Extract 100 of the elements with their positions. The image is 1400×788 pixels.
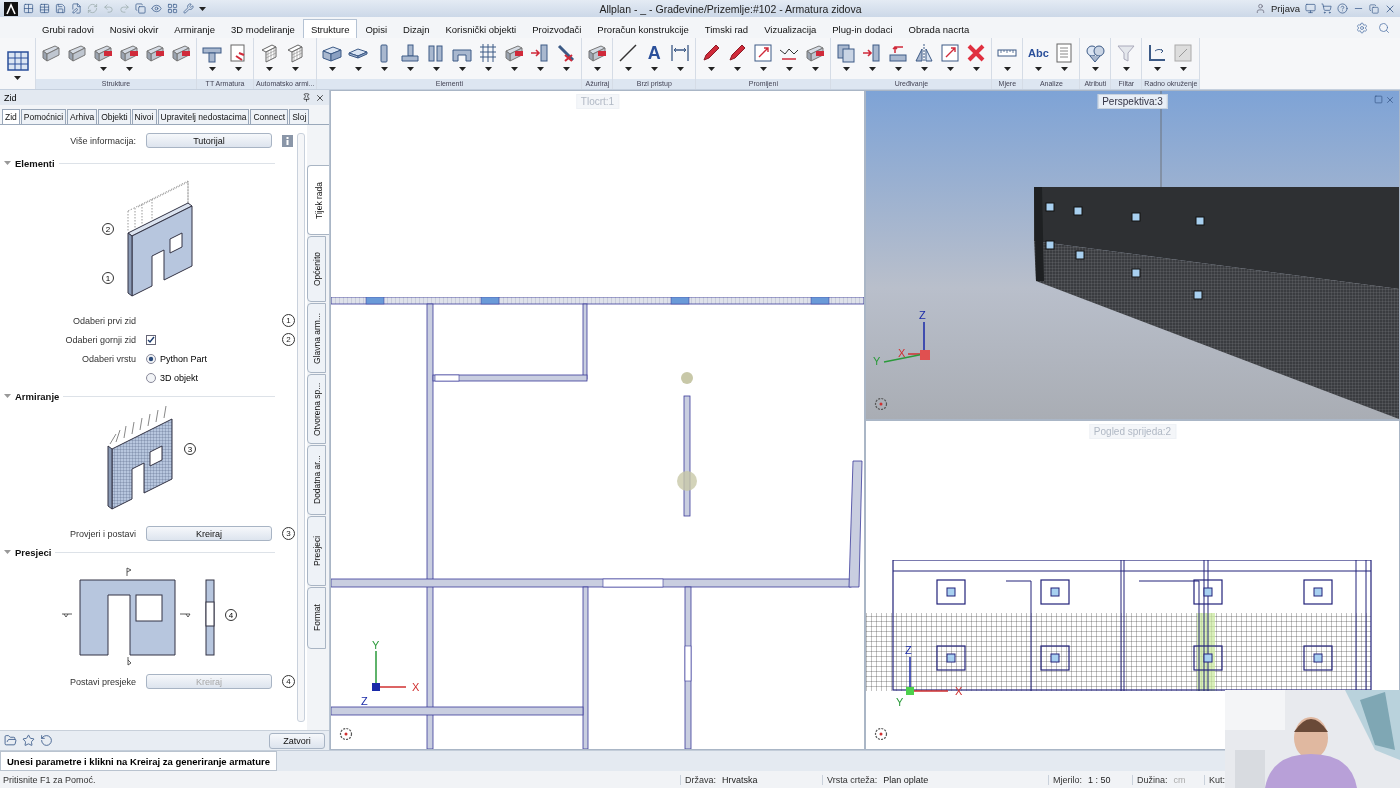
ribbon-tab[interactable]: Obrada nacrta [900, 19, 978, 38]
caret-icon[interactable] [759, 67, 767, 71]
caret-icon[interactable] [593, 67, 601, 71]
layout-icon[interactable] [167, 3, 178, 14]
pin-icon[interactable] [302, 93, 311, 102]
wall-icon[interactable] [118, 42, 140, 64]
panel-tab[interactable]: Upravitelj nedostacima [157, 109, 250, 124]
side-tab[interactable]: Presjeci [307, 516, 326, 586]
wall-icon[interactable] [804, 42, 827, 64]
ribbon-tab[interactable]: Dizajn [395, 19, 438, 38]
logo-icon[interactable] [4, 1, 18, 16]
panel-tab[interactable]: Nivoi [131, 109, 157, 124]
caret-icon[interactable] [562, 67, 570, 71]
ribbon-tab[interactable]: Proizvođači [524, 19, 590, 38]
checkbox[interactable] [146, 334, 156, 345]
caret-icon[interactable] [946, 67, 954, 71]
caret-icon[interactable] [125, 67, 133, 71]
tutorial-button[interactable]: Tutorijal [146, 133, 272, 148]
eye-icon[interactable] [151, 3, 162, 14]
ribbon-tab[interactable]: Korisnički objekti [437, 19, 525, 38]
caret-icon[interactable] [1122, 67, 1130, 71]
caret-icon[interactable] [536, 67, 544, 71]
close-button[interactable]: Zatvori [269, 732, 325, 749]
caret-icon[interactable] [14, 75, 21, 80]
footing-icon[interactable] [399, 42, 422, 64]
navigation-icon[interactable] [339, 727, 353, 741]
info-icon[interactable] [282, 134, 293, 147]
caret-icon[interactable] [920, 67, 928, 71]
edit-icon[interactable] [71, 3, 82, 14]
ribbon-tab[interactable]: Strukture [302, 19, 358, 38]
caret-icon[interactable] [868, 67, 876, 71]
caret-icon[interactable] [1034, 67, 1042, 71]
wall-icon[interactable] [66, 42, 88, 64]
caret-icon[interactable] [650, 67, 658, 71]
panel-tab[interactable]: Pomoćnici [20, 109, 67, 124]
resize-icon[interactable] [939, 42, 962, 64]
caret-icon[interactable] [234, 67, 242, 71]
close-icon[interactable] [315, 92, 325, 103]
side-tab[interactable]: Glavna arm... [307, 303, 326, 373]
collapse-icon[interactable] [4, 550, 11, 555]
resize-icon[interactable] [752, 42, 775, 64]
caret-icon[interactable] [707, 67, 715, 71]
radio-button[interactable] [146, 353, 156, 364]
caret-icon[interactable] [894, 67, 902, 71]
ribbon-tab[interactable]: Opisi [357, 19, 396, 38]
caret-icon[interactable] [972, 67, 980, 71]
navigation-icon[interactable] [874, 727, 888, 741]
caret-icon[interactable] [458, 67, 466, 71]
ribbon-tab[interactable]: Vizualizacija [756, 19, 825, 38]
wall-icon[interactable] [170, 42, 192, 64]
wall-icon[interactable] [40, 42, 62, 64]
panel-tab[interactable]: Objekti [98, 109, 131, 124]
panel-tab[interactable]: Arhiva [67, 109, 98, 124]
caret-icon[interactable] [624, 67, 632, 71]
table-icon[interactable] [39, 3, 50, 14]
scrollbar[interactable] [297, 133, 305, 722]
caret-icon[interactable] [291, 67, 299, 71]
caret-icon[interactable] [1060, 67, 1068, 71]
monitor-icon[interactable] [1305, 3, 1316, 14]
caret-icon[interactable] [1091, 67, 1099, 71]
text-tool-glyph[interactable]: Abc [1027, 42, 1049, 64]
help-icon[interactable] [1337, 3, 1348, 14]
ribbon-tab[interactable]: Nosivi okvir [101, 19, 167, 38]
settings-icon[interactable] [1356, 21, 1368, 34]
caret-icon[interactable] [354, 67, 362, 71]
grid-icon[interactable] [23, 3, 34, 14]
collapse-icon[interactable] [4, 394, 11, 399]
wall-icon[interactable] [503, 42, 526, 64]
caret-icon[interactable] [842, 67, 850, 71]
caret-icon[interactable] [99, 67, 107, 71]
ribbon-tab[interactable]: Timski rad [696, 19, 757, 38]
panel-tab[interactable]: Sloj [289, 109, 310, 124]
tag-icon[interactable] [1084, 42, 1107, 64]
side-tab[interactable]: Dodatna ar... [307, 445, 326, 515]
caret-icon[interactable] [811, 67, 819, 71]
wall-icon[interactable] [144, 42, 166, 64]
caret-icon[interactable] [785, 67, 793, 71]
copy-icon[interactable] [835, 42, 858, 64]
caret-icon[interactable] [328, 67, 336, 71]
panel-tab[interactable]: Connect [250, 109, 289, 124]
text-tool-glyph[interactable]: A [647, 42, 661, 64]
side-tab[interactable]: Otvorena sp... [307, 374, 326, 444]
sign-in-link[interactable]: Prijava [1270, 3, 1300, 14]
radio-button[interactable] [146, 372, 156, 383]
ribbon-tab[interactable]: Proračun konstrukcije [589, 19, 697, 38]
caret-icon[interactable] [1179, 67, 1187, 71]
caret-icon[interactable] [1003, 67, 1011, 71]
caret-icon[interactable] [199, 6, 206, 11]
copy-icon[interactable] [135, 3, 146, 14]
side-tab[interactable]: Općenito [307, 236, 326, 302]
collapse-icon[interactable] [4, 161, 11, 166]
cart-icon[interactable] [1321, 3, 1332, 14]
folder-icon[interactable] [4, 734, 17, 747]
caret-icon[interactable] [432, 67, 440, 71]
side-tab[interactable]: Format [307, 587, 326, 649]
caret-icon[interactable] [380, 67, 388, 71]
navigation-icon[interactable] [874, 397, 888, 411]
ribbon-tab[interactable]: Plug-in dodaci [824, 19, 901, 38]
reset-icon[interactable] [40, 734, 53, 747]
create-button[interactable]: Kreiraj [146, 526, 272, 541]
